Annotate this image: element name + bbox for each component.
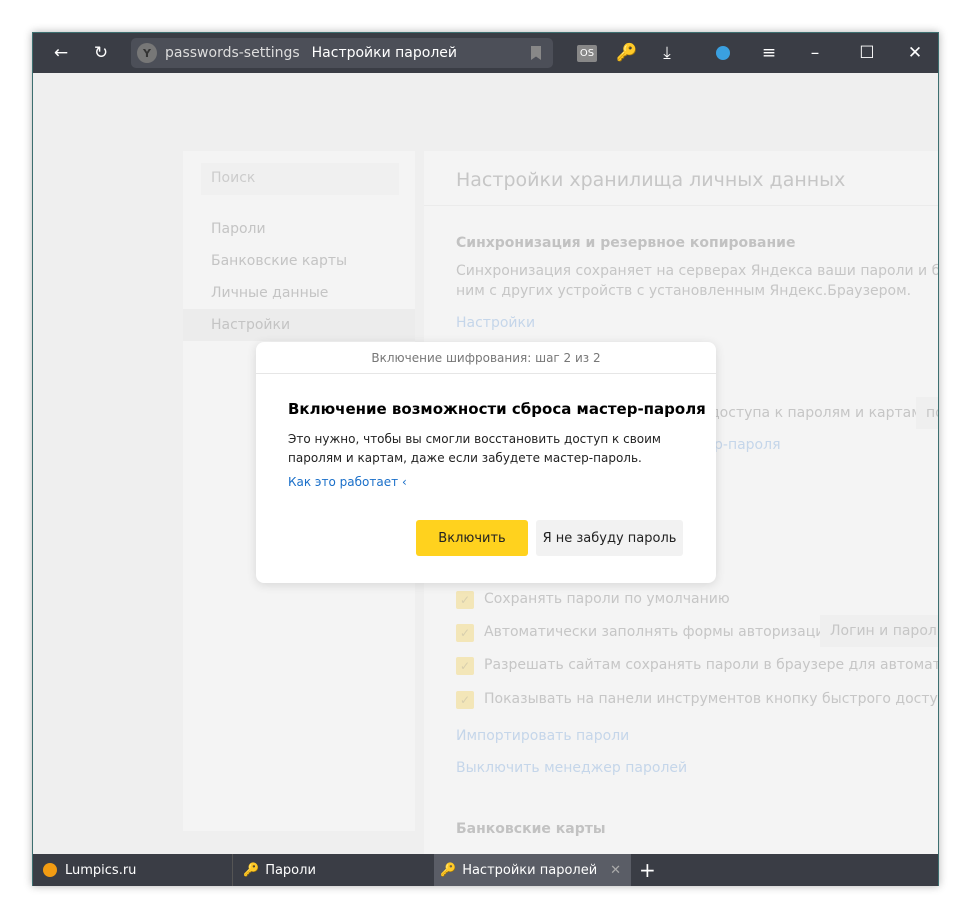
chevron-left-icon: ‹ — [401, 475, 407, 489]
autofill-select[interactable]: Логин и пароль — [820, 615, 938, 647]
reload-icon[interactable]: ↻ — [87, 33, 115, 73]
how-it-works-link[interactable]: Как это работает ‹ — [288, 475, 407, 489]
bookmark-icon[interactable] — [531, 46, 541, 60]
cards-heading: Банковские карты — [456, 821, 606, 837]
new-tab-icon[interactable]: + — [639, 854, 663, 886]
key-icon: 🔑 — [243, 862, 260, 878]
maximize-icon[interactable]: ☐ — [853, 33, 881, 73]
tab-password-settings[interactable]: 🔑 Настройки паролей ✕ — [434, 854, 631, 886]
page-title: Настройки хранилища личных данных — [456, 169, 846, 191]
tab-label: Lumpics.ru — [65, 862, 137, 878]
sync-text: Синхронизация сохраняет на серверах Янде… — [456, 263, 938, 279]
download-icon[interactable]: ⤓ — [653, 33, 681, 73]
checkbox[interactable]: ✓ — [456, 624, 474, 642]
sidebar-item-personal[interactable]: Личные данные — [211, 285, 328, 301]
tab-label: Пароли — [265, 862, 316, 878]
dialog-text: паролям и картам, даже если забудете мас… — [288, 451, 642, 465]
url-text: passwords-settings — [165, 45, 300, 61]
sidebar-item-cards[interactable]: Банковские карты — [211, 253, 347, 269]
import-passwords-link[interactable]: Импортировать пароли — [456, 728, 629, 744]
tab-label: Настройки паролей — [462, 862, 598, 878]
back-icon[interactable]: ← — [47, 33, 75, 73]
access-select[interactable]: по — [916, 397, 938, 429]
sidebar-item-passwords[interactable]: Пароли — [211, 221, 266, 237]
checkbox-label: Автоматически заполнять формы авторизаци… — [484, 624, 834, 640]
checkbox-label: Показывать на панели инструментов кнопку… — [484, 691, 938, 707]
page-title-text: Настройки паролей — [311, 45, 457, 61]
address-bar[interactable]: Y passwords-settings Настройки паролей — [131, 38, 553, 68]
enable-button[interactable]: Включить — [416, 520, 528, 556]
encryption-dialog: Включение шифрования: шаг 2 из 2 Включен… — [256, 342, 716, 583]
yandex-logo-icon: Y — [137, 43, 157, 63]
dialog-step: Включение шифрования: шаг 2 из 2 — [256, 342, 716, 374]
tab-passwords[interactable]: 🔑 Пароли — [239, 854, 433, 886]
checkbox[interactable]: ✓ — [456, 591, 474, 609]
disable-manager-link[interactable]: Выключить менеджер паролей — [456, 760, 687, 776]
close-window-icon[interactable]: ✕ — [901, 33, 929, 73]
minimize-icon[interactable]: – — [801, 33, 829, 73]
browser-toolbar: ← ↻ Y passwords-settings Настройки парол… — [33, 33, 938, 73]
dialog-title: Включение возможности сброса мастер-паро… — [288, 400, 706, 418]
sync-settings-link[interactable]: Настройки — [456, 315, 535, 331]
extension-icon[interactable]: OS — [575, 33, 599, 73]
key-icon: 🔑 — [440, 862, 457, 878]
sidebar-item-settings[interactable]: Настройки — [183, 309, 415, 341]
master-password-link[interactable]: р-пароля — [714, 437, 781, 453]
orange-favicon-icon — [43, 863, 57, 877]
checkbox[interactable]: ✓ — [456, 657, 474, 675]
checkbox-label: Сохранять пароли по умолчанию — [484, 591, 730, 607]
search-input[interactable]: Поиск — [201, 163, 399, 195]
checkbox-label: Разрешать сайтам сохранять пароли в брау… — [484, 657, 938, 673]
decline-button[interactable]: Я не забуду пароль — [536, 520, 683, 556]
password-manager-icon[interactable]: 🔑 — [613, 33, 641, 73]
access-text: доступа к паролям и картам — [710, 405, 922, 421]
menu-icon[interactable]: ≡ — [755, 33, 783, 73]
tab-lumpics[interactable]: Lumpics.ru — [33, 854, 233, 886]
close-tab-icon[interactable]: ✕ — [610, 863, 621, 878]
weather-icon[interactable] — [709, 33, 737, 73]
sidebar-item-label: Настройки — [211, 317, 291, 333]
sync-heading: Синхронизация и резервное копирование — [456, 235, 796, 251]
checkbox[interactable]: ✓ — [456, 691, 474, 709]
dialog-text: Это нужно, чтобы вы смогли восстановить … — [288, 432, 661, 446]
sync-text: ним с других устройств с установленным Я… — [456, 283, 912, 299]
tab-bar: Lumpics.ru 🔑 Пароли 🔑 Настройки паролей … — [33, 854, 938, 886]
